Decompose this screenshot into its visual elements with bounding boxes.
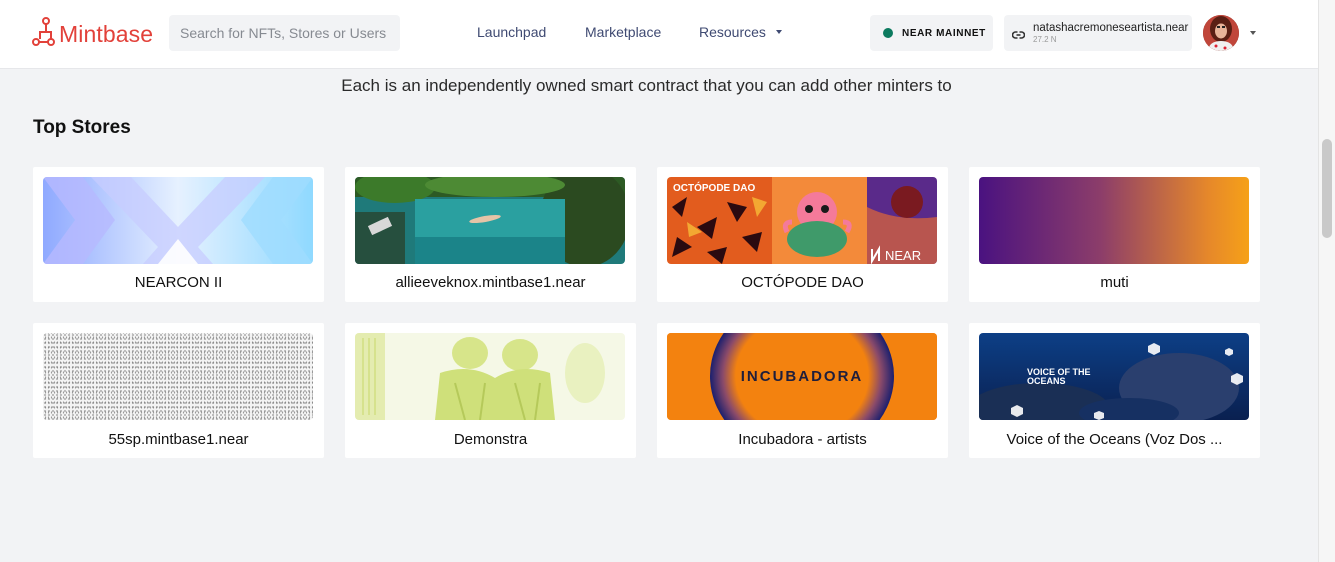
- store-banner-image: [355, 333, 625, 420]
- stores-description: Each is an independently owned smart con…: [341, 76, 952, 95]
- store-card[interactable]: muti: [969, 167, 1260, 302]
- store-name: 55sp.mintbase1.near: [108, 431, 249, 448]
- banner-text: OCTÓPODE DAO: [673, 181, 755, 194]
- store-banner-image: [355, 177, 625, 264]
- account-balance: 27.2 N: [1033, 35, 1057, 44]
- store-banner-image: INCUBADORA: [667, 333, 937, 420]
- nav-resources-label: Resources: [699, 24, 766, 40]
- store-name: Voice of the Oceans (Voz Dos ...: [1006, 431, 1223, 448]
- account-name: natashacremoneseartista.near: [1033, 22, 1189, 34]
- account-button[interactable]: natashacremoneseartista.near 27.2 N: [1004, 15, 1192, 51]
- scrollbar-track[interactable]: [1318, 0, 1335, 562]
- avatar[interactable]: [1203, 15, 1239, 51]
- store-banner-image: VOICE OF THE OCEANS: [979, 333, 1249, 420]
- store-name: muti: [1100, 274, 1129, 291]
- scrollbar-thumb[interactable]: [1322, 139, 1332, 238]
- search-input[interactable]: [169, 15, 400, 51]
- store-card[interactable]: allieeveknox.mintbase1.near: [345, 167, 636, 302]
- store-card[interactable]: NEARCON II: [33, 167, 324, 302]
- store-banner-image: OCTÓPODE DAO NEAR: [667, 177, 937, 264]
- store-banner-image: [43, 177, 313, 264]
- banner-text-line2: OCEANS: [1027, 376, 1066, 386]
- store-name: OCTÓPODE DAO: [741, 274, 864, 291]
- store-card[interactable]: Demonstra: [345, 323, 636, 458]
- network-status-dot: [883, 28, 893, 38]
- store-name: allieeveknox.mintbase1.near: [395, 274, 586, 291]
- store-name: Incubadora - artists: [738, 431, 867, 448]
- store-card[interactable]: VOICE OF THE OCEANS Voice of the Oceans …: [969, 323, 1260, 458]
- network-label: NEAR MAINNET: [902, 27, 986, 39]
- banner-brand: NEAR: [885, 248, 921, 263]
- nav-resources[interactable]: Resources: [699, 24, 782, 40]
- chevron-down-icon: [775, 30, 782, 34]
- network-selector[interactable]: NEAR MAINNET: [870, 15, 993, 51]
- nav-marketplace[interactable]: Marketplace: [585, 24, 661, 40]
- nav-launchpad[interactable]: Launchpad: [477, 24, 546, 40]
- store-card[interactable]: OCTÓPODE DAO NEAR OCTÓPODE DAO: [657, 167, 948, 302]
- account-menu-chevron-icon[interactable]: [1250, 31, 1256, 35]
- store-banner-image: [43, 333, 313, 420]
- store-name: Demonstra: [453, 431, 528, 448]
- top-header: Mintbase Launchpad Marketplace Resources…: [0, 0, 1318, 69]
- mintbase-logo-icon: [31, 17, 55, 52]
- link-icon: [1011, 27, 1026, 45]
- mintbase-logo[interactable]: Mintbase: [31, 17, 153, 52]
- logo-text: Mintbase: [59, 21, 154, 47]
- store-card[interactable]: 55sp.mintbase1.near: [33, 323, 324, 458]
- avatar-image: [1203, 15, 1239, 51]
- store-name: NEARCON II: [134, 274, 223, 291]
- banner-text: INCUBADORA: [741, 368, 864, 385]
- section-title-top-stores: Top Stores: [33, 117, 131, 138]
- store-banner-image: [979, 177, 1249, 264]
- store-card[interactable]: INCUBADORA Incubadora - artists: [657, 323, 948, 458]
